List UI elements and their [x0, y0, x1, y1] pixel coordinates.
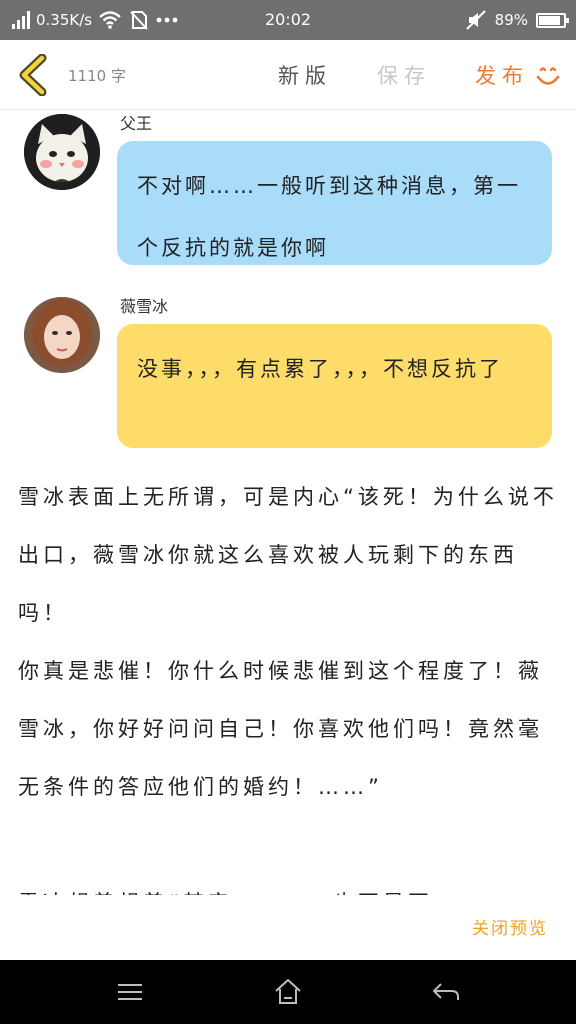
status-right: 89%: [465, 0, 569, 40]
mute-icon: [465, 10, 486, 30]
back-icon[interactable]: [430, 976, 462, 1008]
battery-icon: [536, 12, 569, 28]
editor-toolbar: 1110 字 新版 保存 发布: [0, 40, 576, 110]
story-paragraph: 你真是悲催！你什么时候悲催到这个程度了！薇雪冰，你好好问问自己！你喜欢他们吗！竟…: [18, 659, 543, 799]
story-paragraph: 雪冰表面上无所谓，可是内心“该死！为什么说不出口，薇雪冰你就这么喜欢被人玩剩下的…: [18, 485, 558, 625]
message-sender: 薇雪冰: [120, 297, 169, 316]
menu-icon[interactable]: [114, 976, 146, 1008]
girl-avatar: [24, 297, 100, 373]
network-speed: 0.35K/s: [36, 11, 93, 29]
no-sim-icon: [130, 11, 148, 30]
cat-avatar: [24, 114, 100, 190]
smile-icon[interactable]: [535, 64, 561, 90]
save-button[interactable]: 保存: [377, 60, 431, 90]
status-bar: 0.35K/s 20:02 89%: [0, 0, 576, 40]
close-preview-button[interactable]: 关闭预览: [472, 914, 548, 939]
back-button[interactable]: [14, 53, 54, 97]
word-count: 1110 字: [68, 67, 126, 85]
story-paragraph: 雪冰想着想着“其实…………也不是不: [18, 874, 558, 895]
preview-content: 父王 不对啊……一般听到这种消息，第一个反抗的就是你啊 薇雪冰 没事，，，有点累…: [0, 110, 576, 895]
more-icon: [156, 17, 178, 23]
signal-icon: [12, 11, 30, 29]
home-icon[interactable]: [272, 976, 304, 1008]
message-sender: 父王: [120, 114, 153, 133]
navigation-bar: [0, 960, 576, 1024]
publish-button[interactable]: 发布: [475, 60, 529, 90]
wifi-icon: [99, 11, 121, 29]
new-version-button[interactable]: 新版: [278, 60, 332, 90]
battery-percent: 89%: [494, 11, 528, 29]
message-bubble: 不对啊……一般听到这种消息，第一个反抗的就是你啊: [117, 141, 552, 265]
chevron-left-icon: [19, 53, 47, 97]
message-bubble: 没事，，，有点累了，，，不想反抗了: [117, 324, 552, 448]
status-left: 0.35K/s: [12, 0, 178, 40]
